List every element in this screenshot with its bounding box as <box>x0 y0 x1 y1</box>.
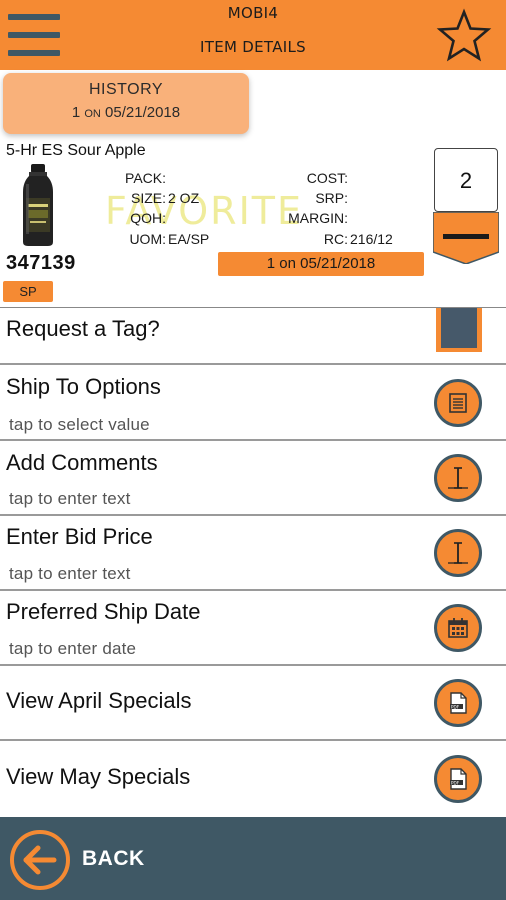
uom-value: EA/SP <box>168 231 210 247</box>
option-title: Ship To Options <box>6 374 161 399</box>
item-number: 347139 <box>6 252 76 274</box>
size-value: 2 OZ <box>168 190 200 206</box>
history-summary: 1 ON 05/21/2018 <box>71 104 181 121</box>
screen-title: ITEM DETAILS <box>200 38 306 56</box>
option-subtitle: tap to select value <box>9 415 150 434</box>
option-april-specials[interactable]: View April Specials PDF <box>0 666 506 741</box>
history-label: HISTORY <box>88 81 164 98</box>
list-icon[interactable] <box>434 379 482 427</box>
cost-label: COST: <box>306 170 348 186</box>
option-subtitle: tap to enter date <box>9 639 137 658</box>
option-request-tag[interactable]: Request a Tag? <box>0 308 506 365</box>
qoh-label: QOH: <box>130 210 166 226</box>
product-image <box>20 164 56 246</box>
uom-badge: SP <box>3 281 53 302</box>
option-title: View April Specials <box>6 688 192 713</box>
rc-label: RC: <box>323 231 348 247</box>
option-title: Enter Bid Price <box>6 524 153 549</box>
option-subtitle: tap to enter text <box>9 564 131 583</box>
option-may-specials[interactable]: View May Specials PDF <box>0 741 506 817</box>
margin-label: MARGIN: <box>288 210 348 226</box>
svg-text:PDF: PDF <box>451 704 460 709</box>
rc-value: 216/12 <box>350 231 393 247</box>
bottom-bar: BACK <box>0 817 506 900</box>
quantity-input[interactable]: 2 <box>434 148 498 212</box>
option-subtitle: tap to enter text <box>9 489 131 508</box>
calendar-icon[interactable] <box>434 604 482 652</box>
uom-label: UOM: <box>129 231 166 247</box>
svg-text:PDF: PDF <box>451 780 460 785</box>
history-button[interactable]: HISTORY 1 ON 05/21/2018 <box>3 73 249 134</box>
size-label: SIZE: <box>130 190 166 206</box>
option-title: View May Specials <box>6 764 191 789</box>
text-cursor-icon[interactable] <box>434 454 482 502</box>
text-cursor-icon[interactable] <box>434 529 482 577</box>
pdf-icon[interactable]: PDF <box>434 679 482 727</box>
option-preferred-ship-date[interactable]: Preferred Ship Date tap to enter date <box>0 591 506 666</box>
back-arrow-icon[interactable] <box>10 830 70 890</box>
pack-label: PACK: <box>125 170 166 186</box>
option-add-comments[interactable]: Add Comments tap to enter text <box>0 441 506 516</box>
last-order-badge: 1 on 05/21/2018 <box>218 252 424 276</box>
option-ship-to[interactable]: Ship To Options tap to select value <box>0 365 506 441</box>
quantity-decrement-button[interactable] <box>432 211 500 265</box>
toggle-icon[interactable] <box>436 308 482 352</box>
option-title: Request a Tag? <box>6 316 160 341</box>
option-title: Add Comments <box>6 450 158 475</box>
app-title: MOBI4 <box>227 4 279 22</box>
option-bid-price[interactable]: Enter Bid Price tap to enter text <box>0 516 506 591</box>
favorite-star-icon[interactable] <box>436 8 492 64</box>
back-button[interactable]: BACK <box>82 847 145 871</box>
item-name: 5-Hr ES Sour Apple <box>6 142 146 159</box>
app-header: MOBI4 ITEM DETAILS <box>0 0 506 70</box>
srp-label: SRP: <box>315 190 348 206</box>
option-title: Preferred Ship Date <box>6 599 201 624</box>
pdf-icon[interactable]: PDF <box>434 755 482 803</box>
